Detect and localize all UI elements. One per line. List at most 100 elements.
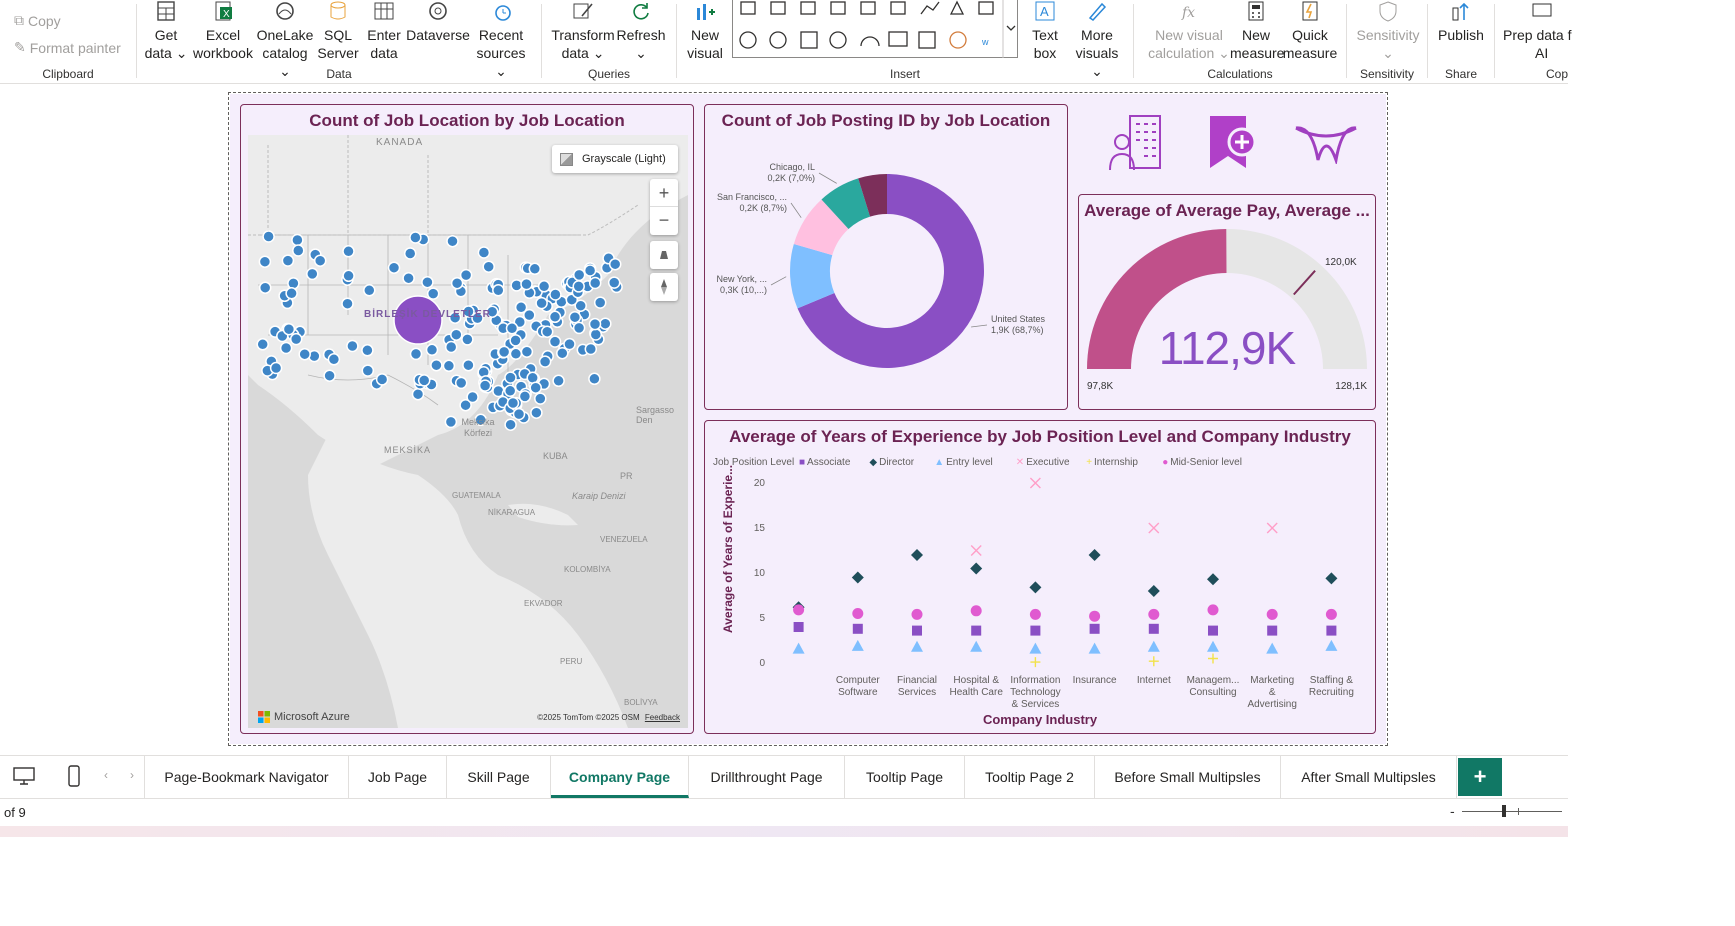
text-box-button[interactable]: A Text box — [1025, 0, 1065, 62]
map-bubble[interactable] — [289, 332, 303, 346]
map-bubble[interactable] — [572, 268, 586, 282]
map-bubble[interactable] — [512, 407, 526, 421]
map-bubble[interactable] — [540, 325, 554, 338]
map-bubble[interactable] — [298, 347, 311, 361]
map-bubble[interactable] — [548, 310, 562, 324]
point-entry-level[interactable] — [1088, 642, 1101, 654]
map-bubble[interactable] — [409, 347, 423, 361]
tab-scroll-right-icon[interactable]: › — [130, 768, 134, 782]
sql-server-button[interactable]: SQL Server — [315, 0, 361, 62]
add-page-button[interactable]: + — [1458, 758, 1502, 796]
map-bubble[interactable] — [292, 244, 305, 257]
point-entry-level[interactable] — [1207, 640, 1219, 652]
map-bubble[interactable] — [279, 341, 293, 355]
map-bubble[interactable] — [548, 335, 562, 348]
map-bubble[interactable] — [572, 280, 585, 293]
sensitivity-button[interactable]: Sensitivity ⌄ — [1353, 0, 1423, 62]
scatter-visual[interactable]: Average of Years of Experience by Job Po… — [704, 420, 1376, 734]
map-bubble[interactable] — [538, 355, 552, 368]
map-bubble[interactable] — [421, 275, 434, 289]
zoom-slider-thumb[interactable] — [1502, 805, 1506, 817]
map-bubble[interactable] — [282, 322, 296, 336]
map-bubble[interactable] — [520, 277, 533, 291]
map-bubble[interactable] — [584, 342, 598, 356]
point-associate[interactable] — [1089, 623, 1100, 634]
format-painter-button[interactable]: ✎ Format painter — [14, 39, 121, 56]
get-data-button[interactable]: Get data ⌄ — [143, 0, 189, 62]
map-canvas[interactable]: KANADA BİRLEŞİK DEVLETLER MEKSİKA Meksik… — [248, 135, 688, 728]
map-bubble[interactable] — [306, 267, 319, 281]
tab-scroll-left-icon[interactable]: ‹ — [104, 768, 108, 782]
map-bubble[interactable] — [387, 261, 401, 274]
map-bubble-large[interactable] — [393, 295, 443, 345]
point-mid-senior-level[interactable] — [1207, 604, 1219, 616]
tab-skill-page[interactable]: Skill Page — [447, 756, 551, 798]
copy-button[interactable]: ⧉ Copy — [14, 12, 61, 29]
map-bubble[interactable] — [514, 301, 528, 314]
map-bubble[interactable] — [450, 276, 464, 290]
new-visual-calculation-button[interactable]: fx New visual calculation ⌄ — [1142, 0, 1236, 62]
map-bubble[interactable] — [520, 345, 534, 358]
new-measure-button[interactable]: New measure — [1230, 0, 1284, 62]
point-entry-level[interactable] — [1147, 640, 1160, 652]
point-associate[interactable] — [793, 622, 804, 632]
point-director[interactable] — [1088, 549, 1101, 561]
map-bubble[interactable] — [593, 296, 607, 309]
map-bubble[interactable] — [607, 276, 621, 289]
point-mid-senior-level[interactable] — [1325, 608, 1337, 620]
publish-button[interactable]: Publish — [1434, 0, 1488, 44]
excel-workbook-button[interactable]: X Excel workbook — [191, 0, 255, 62]
point-entry-level[interactable] — [970, 640, 983, 652]
map-style-button[interactable]: Grayscale (Light) — [552, 145, 678, 173]
map-bubble[interactable] — [461, 333, 474, 346]
point-executive[interactable] — [1148, 522, 1160, 534]
map-bubble[interactable] — [478, 379, 492, 392]
point-entry-level[interactable] — [851, 639, 864, 651]
map-bubble[interactable] — [568, 310, 582, 324]
map-bubble[interactable] — [608, 257, 622, 271]
point-mid-senior-level[interactable] — [1089, 610, 1101, 622]
point-entry-level[interactable] — [1029, 642, 1042, 654]
map-bubble[interactable] — [444, 340, 458, 354]
map-bubble[interactable] — [549, 288, 562, 301]
map-bubble[interactable] — [342, 269, 355, 283]
map-bubble[interactable] — [583, 264, 597, 277]
map-bubble[interactable] — [287, 277, 300, 290]
map-bubble[interactable] — [459, 268, 473, 282]
map-bubble[interactable] — [572, 321, 586, 335]
map-bubble[interactable] — [588, 276, 602, 290]
map-bubble[interactable] — [269, 361, 283, 375]
point-director[interactable] — [1147, 585, 1160, 597]
point-director[interactable] — [851, 571, 864, 584]
map-bubble[interactable] — [341, 297, 354, 310]
prep-data-ai-button[interactable]: Prep data f AI — [1503, 0, 1583, 62]
map-bubble[interactable] — [361, 364, 375, 377]
point-mid-senior-level[interactable] — [970, 605, 982, 617]
point-mid-senior-level[interactable] — [793, 604, 805, 616]
point-internship[interactable] — [1208, 653, 1218, 664]
map-bubble[interactable] — [258, 281, 272, 294]
point-entry-level[interactable] — [1325, 639, 1338, 651]
map-bubble[interactable] — [529, 381, 542, 394]
tab-tooltip-page[interactable]: Tooltip Page — [845, 756, 965, 798]
dataverse-button[interactable]: Dataverse — [405, 0, 471, 44]
point-associate[interactable] — [1148, 623, 1159, 634]
zoom-out-icon[interactable]: − — [650, 207, 678, 235]
map-bubble[interactable] — [528, 262, 542, 276]
point-internship[interactable] — [1148, 656, 1159, 667]
map-bubble[interactable] — [450, 328, 463, 341]
point-associate[interactable] — [1326, 625, 1337, 636]
map-bubble[interactable] — [497, 345, 511, 359]
map-bubble[interactable] — [402, 271, 415, 285]
point-internship[interactable] — [1030, 657, 1041, 668]
point-mid-senior-level[interactable] — [911, 608, 923, 620]
point-associate[interactable] — [852, 623, 863, 634]
map-bubble[interactable] — [281, 254, 295, 267]
zoom-out-status-icon[interactable]: - — [1450, 803, 1455, 819]
point-executive[interactable] — [1029, 477, 1041, 489]
point-director[interactable] — [911, 549, 923, 561]
quick-measure-button[interactable]: Quick measure — [1280, 0, 1340, 62]
map-bubble[interactable] — [537, 280, 551, 293]
point-entry-level[interactable] — [1266, 642, 1279, 654]
new-visual-button[interactable]: New visual — [683, 0, 727, 62]
